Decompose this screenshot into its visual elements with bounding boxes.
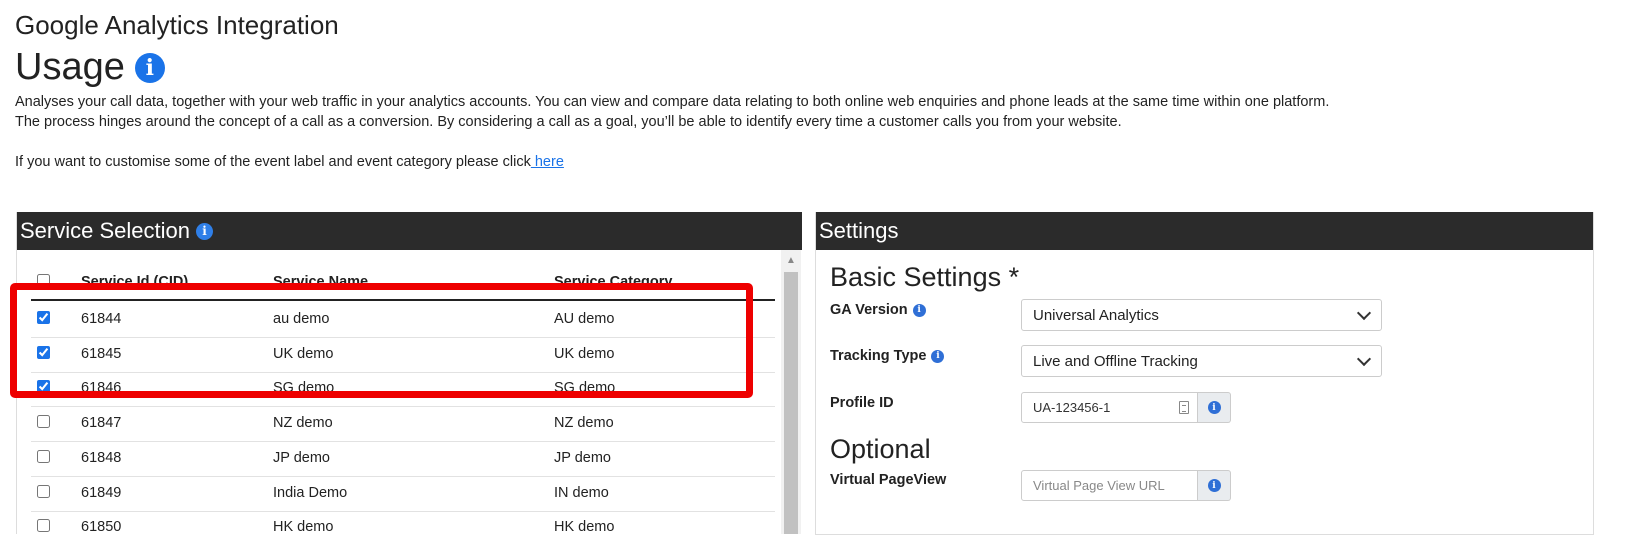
row-checkbox[interactable]: [37, 484, 50, 498]
virtual-pageview-input[interactable]: Virtual Page View URL: [1021, 470, 1198, 501]
profile-id-label: Profile ID: [830, 395, 894, 411]
service-selection-title: Service Selection: [20, 218, 190, 243]
table-scrollbar[interactable]: ▲: [781, 250, 801, 534]
chevron-down-icon: [1356, 351, 1372, 367]
service-category-cell: HK demo: [554, 519, 615, 534]
page-title: Usage: [15, 46, 125, 88]
page-title-wrap: Usage i: [15, 46, 165, 89]
scroll-up-arrow-icon[interactable]: ▲: [781, 250, 801, 270]
virtual-pageview-placeholder: Virtual Page View URL: [1033, 478, 1165, 493]
info-icon[interactable]: i: [134, 52, 165, 83]
virtual-pageview-label-wrap: Virtual PageView: [830, 472, 946, 488]
service-category-cell: NZ demo: [554, 415, 614, 432]
tracking-type-select[interactable]: Live and Offline Tracking: [1021, 345, 1382, 377]
customise-text-wrap: If you want to customise some of the eve…: [15, 154, 564, 170]
info-icon[interactable]: i: [931, 349, 945, 363]
service-category-cell: JP demo: [554, 449, 611, 466]
scroll-thumb[interactable]: [784, 272, 798, 534]
page-subtitle: Google Analytics Integration: [15, 10, 339, 40]
virtual-pageview-info-button[interactable]: i: [1198, 470, 1231, 501]
row-checkbox[interactable]: [37, 415, 50, 429]
service-id-cell: 61849: [81, 484, 122, 501]
ga-version-select[interactable]: Universal Analytics: [1021, 299, 1382, 331]
profile-id-label-wrap: Profile ID: [830, 395, 894, 411]
service-id-cell: 61848: [81, 449, 122, 466]
table-row[interactable]: 61849 India Demo IN demo: [31, 475, 775, 512]
chevron-down-icon: [1356, 305, 1372, 321]
service-name-cell: NZ demo: [273, 415, 333, 432]
basic-settings-title: Basic Settings *: [830, 262, 1020, 292]
optional-title: Optional: [830, 434, 931, 464]
virtual-pageview-label: Virtual PageView: [830, 472, 947, 488]
ga-version-label-wrap: GA Version i: [830, 302, 926, 318]
service-name-cell: JP demo: [273, 449, 330, 466]
tracking-type-label-wrap: Tracking Type i: [830, 348, 945, 364]
customise-text: If you want to customise some of the eve…: [15, 154, 531, 170]
service-id-cell: 61850: [81, 519, 122, 534]
info-icon[interactable]: i: [912, 303, 926, 317]
profile-id-input[interactable]: UA-123456-1: [1021, 392, 1198, 423]
tracking-type-label: Tracking Type: [830, 348, 927, 364]
row-checkbox[interactable]: [37, 519, 50, 533]
selection-highlight-box: [10, 283, 753, 398]
table-row[interactable]: 61848 JP demo JP demo: [31, 440, 775, 477]
ga-version-value: Universal Analytics: [1033, 306, 1159, 324]
settings-body: Basic Settings * GA Version i Universal …: [816, 250, 1591, 534]
clipboard-icon[interactable]: [1179, 401, 1189, 414]
profile-id-info-button[interactable]: i: [1198, 392, 1231, 423]
info-icon[interactable]: i: [195, 222, 213, 240]
service-id-cell: 61847: [81, 415, 122, 432]
tracking-type-value: Live and Offline Tracking: [1033, 352, 1198, 370]
ga-version-label: GA Version: [830, 302, 908, 318]
service-name-cell: India Demo: [273, 484, 348, 501]
settings-title: Settings: [819, 218, 899, 243]
service-category-cell: IN demo: [554, 484, 609, 501]
info-icon: i: [1207, 401, 1221, 414]
service-name-cell: HK demo: [273, 519, 334, 534]
service-selection-header: Service Selection i: [17, 212, 802, 250]
description-line-1: Analyses your call data, together with y…: [15, 94, 1330, 110]
settings-panel: Settings Basic Settings * GA Version i U…: [815, 212, 1594, 535]
table-row[interactable]: 61847 NZ demo NZ demo: [31, 405, 775, 443]
profile-id-value: UA-123456-1: [1033, 400, 1111, 415]
settings-header: Settings: [816, 212, 1593, 250]
customise-here-link[interactable]: here: [531, 154, 564, 170]
description-line-2: The process hinges around the concept of…: [15, 114, 1122, 130]
table-row[interactable]: 61850 HK demo HK demo: [31, 509, 775, 534]
row-checkbox[interactable]: [37, 449, 50, 463]
info-icon: i: [1207, 479, 1221, 492]
